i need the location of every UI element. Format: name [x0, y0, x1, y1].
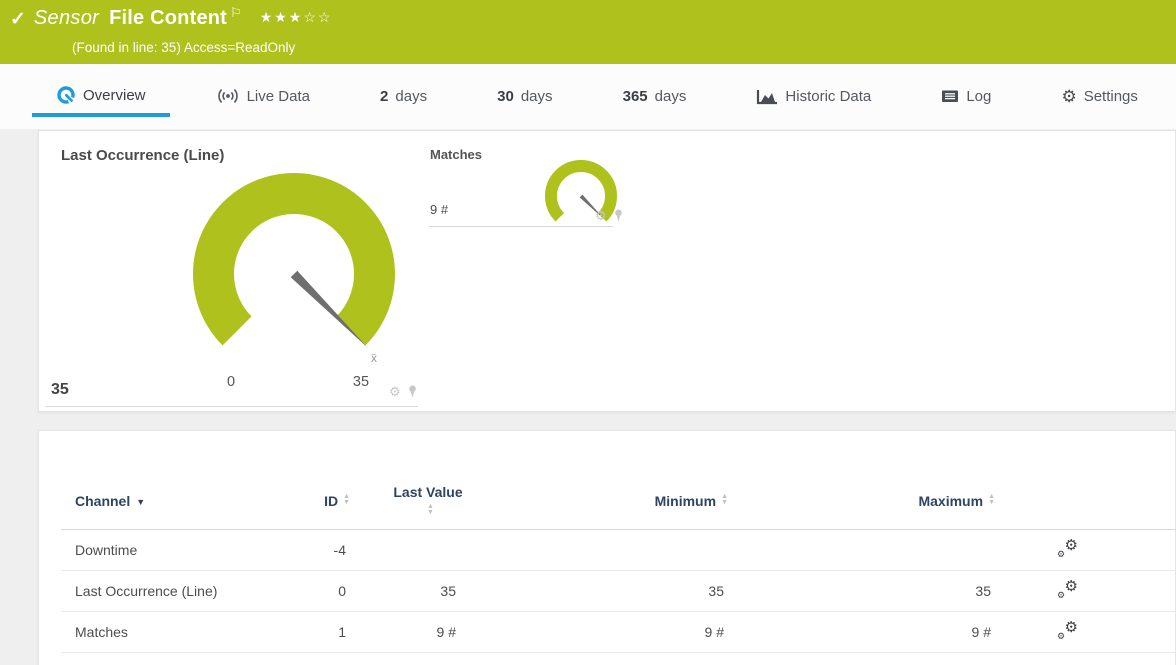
panel-divider [45, 406, 418, 407]
gauge-icon [56, 85, 76, 105]
priority-stars[interactable]: ★★★☆☆ [260, 9, 333, 26]
channel-minimum [466, 529, 734, 571]
column-header-id[interactable]: ID ▲ ▼ [271, 431, 356, 530]
gauge-panel-actions: ⚙ [595, 209, 624, 222]
tab-label: Live Data [246, 87, 310, 105]
gauge-value: 9 # [430, 202, 449, 217]
tab-settings[interactable]: ⚙ Settings [1037, 82, 1161, 117]
sensor-type-label: Sensor [33, 7, 100, 29]
pin-icon[interactable] [613, 209, 624, 222]
channel-settings-icon[interactable]: ⚙ ⚙ [1057, 537, 1078, 559]
tab-historic-data[interactable]: Historic Data [732, 82, 895, 117]
stars-filled: ★★★ [259, 9, 304, 25]
channel-maximum [734, 529, 1001, 571]
channel-minimum: 35 [466, 570, 734, 612]
column-header-actions [1001, 431, 1176, 530]
column-header-maximum[interactable]: Maximum ▲ ▼ [734, 431, 1001, 530]
tab-number: 365 [622, 88, 648, 105]
tab-label: Settings [1083, 88, 1138, 105]
channel-id: 1 [271, 611, 356, 653]
tab-30-days[interactable]: 30 days [473, 82, 576, 117]
channel-last-value [356, 529, 466, 571]
tab-label: Overview [83, 86, 146, 104]
channel-maximum: 9 # [734, 611, 1001, 653]
column-label: Channel [75, 492, 131, 509]
column-label: Last Value [393, 483, 463, 500]
tab-bar: Overview Live Data 2 days 30 days 365 da… [0, 64, 1176, 129]
table-row[interactable]: Last Occurrence (Line) 0 35 35 35 ⚙ ⚙ [61, 570, 1176, 612]
secondary-gauge [545, 160, 617, 222]
channel-name[interactable]: Last Occurrence (Line) [61, 570, 271, 612]
primary-gauge: x̄ 0 35 [193, 173, 395, 390]
tab-label: days [395, 88, 428, 105]
table-row[interactable]: Downtime -4 ⚙ ⚙ [61, 529, 1176, 571]
gauge-title: Last Occurrence (Line) [61, 147, 225, 164]
channel-maximum: 35 [734, 570, 1001, 612]
channel-name[interactable]: Downtime [61, 529, 271, 571]
column-header-last-value[interactable]: Last Value ▲ ▼ [356, 431, 466, 530]
panel-divider [429, 226, 613, 227]
gauge-mean-marker: x̄ [371, 351, 377, 365]
tab-label: Historic Data [785, 88, 872, 105]
gear-icon[interactable]: ⚙ [595, 209, 607, 222]
column-header-channel[interactable]: Channel ▼ [61, 431, 271, 530]
column-label: Maximum [918, 492, 984, 509]
sort-icon[interactable]: ▲ ▼ [427, 504, 434, 516]
log-list-icon [941, 89, 959, 104]
gauges-card: Last Occurrence (Line) x̄ 0 35 35 ⚙ Matc… [38, 130, 1176, 412]
gauge-title: Matches [430, 147, 483, 162]
column-label: Minimum [654, 492, 717, 509]
channel-settings-icon[interactable]: ⚙ ⚙ [1057, 578, 1078, 600]
gauge-panel-actions: ⚙ [389, 385, 418, 398]
channel-name[interactable]: Matches [61, 611, 271, 653]
sort-icon[interactable]: ▲ ▼ [343, 494, 350, 506]
tab-label: days [654, 88, 687, 105]
gauge-value: 35 [51, 381, 69, 398]
table-header-row: Channel ▼ ID ▲ ▼ Last Value ▲ ▼ Minimum ▲ ▼ Max… [61, 431, 1176, 530]
content-area: Last Occurrence (Line) x̄ 0 35 35 ⚙ Matc… [0, 129, 1176, 665]
tab-365-days[interactable]: 365 days [599, 82, 711, 117]
column-label: ID [324, 492, 339, 509]
gauge-scale-max: 35 [353, 374, 369, 390]
tab-overview[interactable]: Overview [32, 79, 170, 117]
sensor-message: (Found in line: 35) Access=ReadOnly [72, 40, 296, 55]
tab-number: 30 [497, 88, 514, 105]
sort-icon[interactable]: ▲ ▼ [988, 494, 995, 506]
table-row[interactable]: Matches 1 9 # 9 # 9 # ⚙ ⚙ [61, 611, 1176, 653]
channels-card: Channel ▼ ID ▲ ▼ Last Value ▲ ▼ Minimum ▲ ▼ Max… [38, 430, 1176, 665]
tab-live-data[interactable]: Live Data [192, 81, 334, 117]
channel-id: -4 [271, 529, 356, 571]
tab-log[interactable]: Log [917, 82, 1015, 117]
channel-last-value: 9 # [356, 611, 466, 653]
tab-2-days[interactable]: 2 days [356, 82, 451, 117]
channel-table: Channel ▼ ID ▲ ▼ Last Value ▲ ▼ Minimum ▲ ▼ Max… [61, 431, 1176, 653]
sensor-header: ✓ Sensor File Content ⚐ ★★★☆☆ (Found in … [0, 0, 1176, 64]
channel-minimum: 9 # [466, 611, 734, 653]
tab-label: Log [966, 88, 992, 105]
status-ok-icon: ✓ [10, 9, 26, 30]
tab-number: 2 [380, 88, 389, 105]
flag-icon[interactable]: ⚐ [230, 5, 242, 21]
gauge-scale-min: 0 [227, 374, 235, 390]
sort-desc-icon: ▼ [136, 496, 146, 507]
broadcast-icon [216, 87, 240, 105]
gear-icon: ⚙ [1061, 86, 1077, 106]
channel-last-value: 35 [356, 570, 466, 612]
column-header-minimum[interactable]: Minimum ▲ ▼ [466, 431, 734, 530]
channel-settings-icon[interactable]: ⚙ ⚙ [1057, 619, 1078, 641]
tab-label: days [520, 88, 553, 105]
page-title: File Content [109, 7, 228, 29]
pin-icon[interactable] [407, 385, 418, 398]
channel-id: 0 [271, 570, 356, 612]
area-chart-icon [756, 88, 778, 105]
stars-empty: ☆☆ [303, 9, 333, 25]
sort-icon[interactable]: ▲ ▼ [721, 494, 728, 506]
gear-icon[interactable]: ⚙ [389, 385, 401, 398]
